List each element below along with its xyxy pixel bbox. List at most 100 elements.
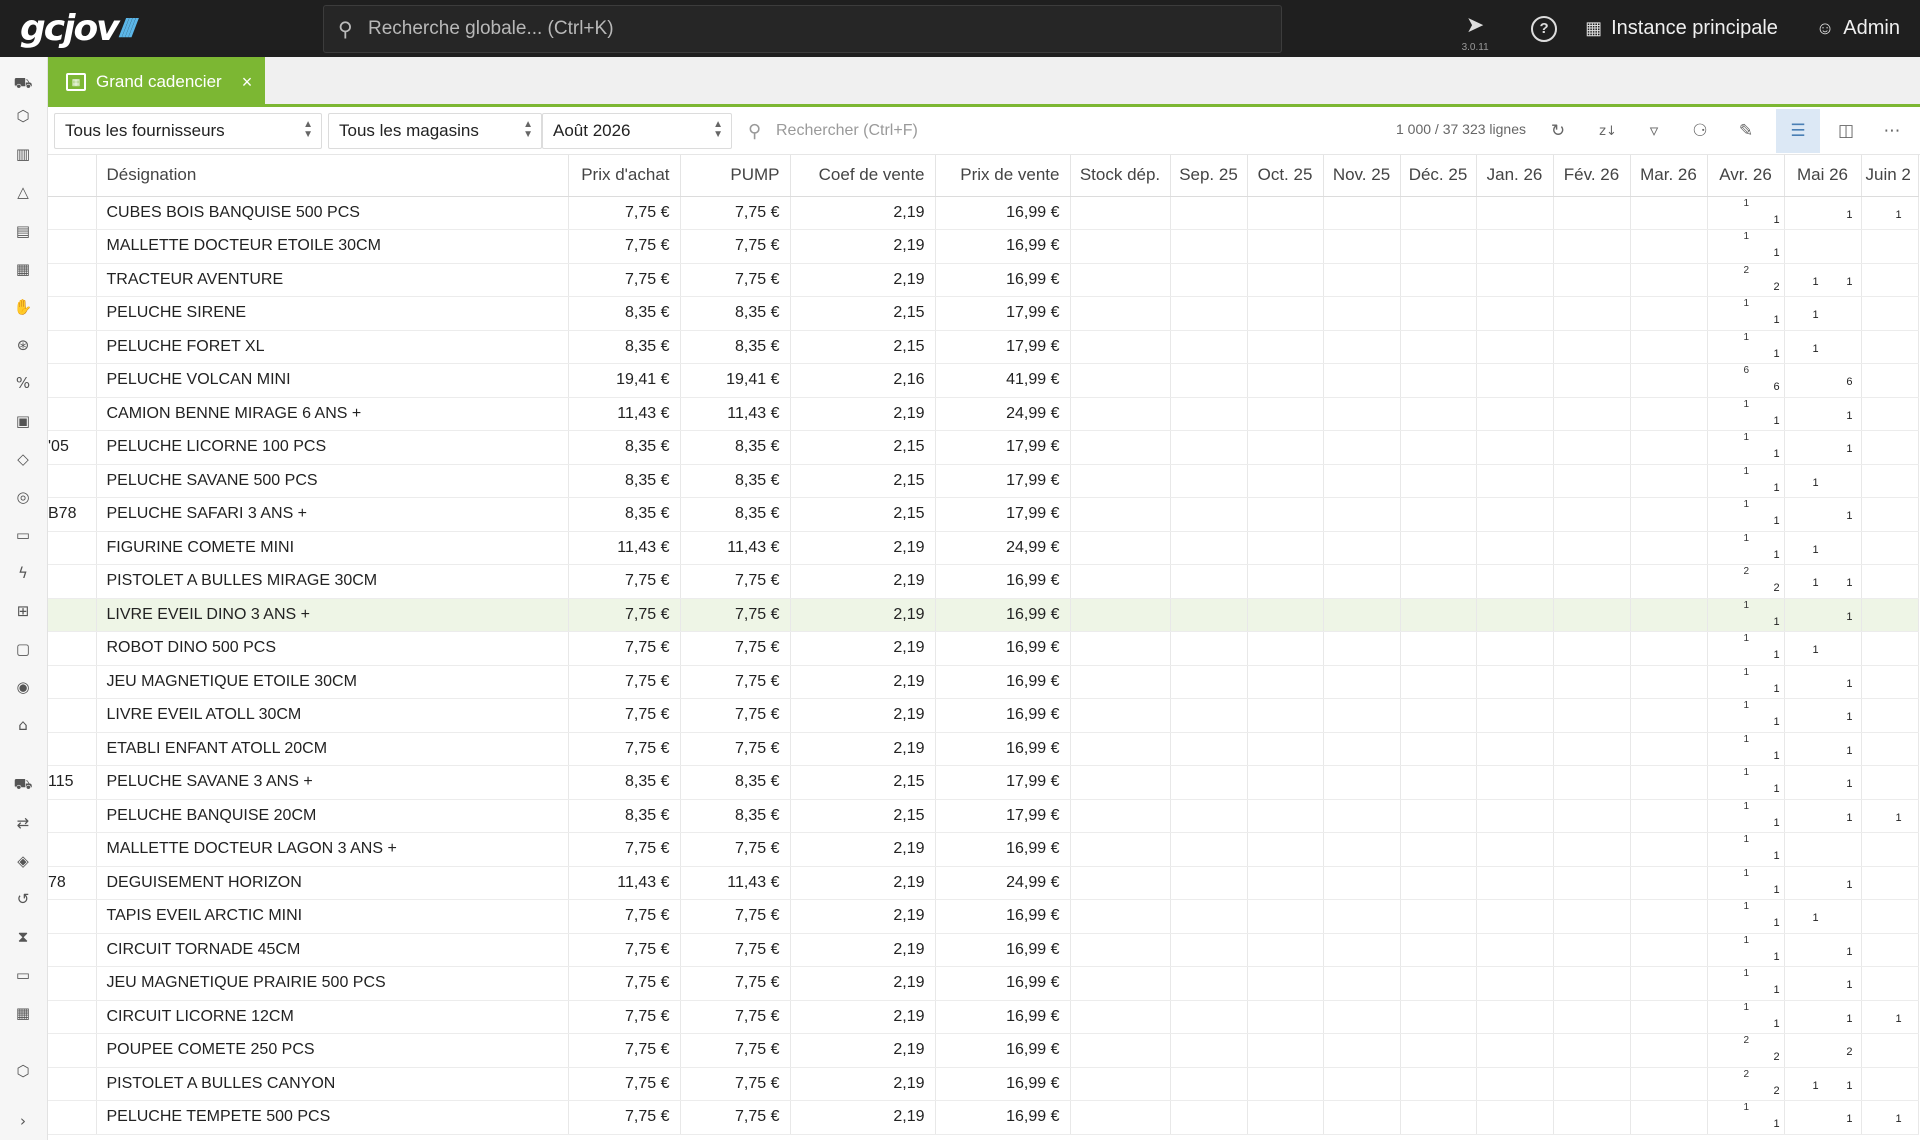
cube-icon[interactable]: ⬡ — [12, 1060, 34, 1082]
global-search[interactable]: ⚲ — [323, 5, 1282, 53]
column-header[interactable]: Avr. 26 — [1707, 155, 1785, 197]
month-cell — [1476, 229, 1554, 264]
table-search-input[interactable] — [776, 122, 1296, 140]
handshake-icon[interactable]: ✋ — [12, 296, 34, 318]
column-header[interactable]: Fév. 26 — [1553, 155, 1631, 197]
discount-icon[interactable]: ⊛ — [12, 334, 34, 356]
column-header[interactable]: Mar. 26 — [1630, 155, 1708, 197]
help-icon[interactable]: ? — [1531, 15, 1558, 42]
factory-icon[interactable]: ▥ — [12, 143, 34, 165]
column-header[interactable]: Prix d'achat — [568, 155, 681, 197]
table-row[interactable]: POUPEE COMETE 250 PCS 7,75 €7,75 €2,19 16,… — [48, 1033, 1919, 1068]
month-cell — [1323, 665, 1401, 699]
id-card-icon[interactable]: ▭ — [12, 964, 34, 986]
flash-icon[interactable]: ϟ — [12, 562, 34, 584]
tag-icon[interactable]: ◇ — [12, 448, 34, 470]
sort-icon[interactable]: z↓ — [1586, 109, 1630, 153]
table-row[interactable]: FIGURINE COMETE MINI 11,43 €11,43 €2,19 24… — [48, 531, 1919, 565]
column-header-ref[interactable] — [48, 155, 97, 197]
return-icon[interactable]: ↺ — [12, 888, 34, 910]
column-header[interactable]: Juin 2 — [1861, 155, 1919, 197]
table-row[interactable]: JEU MAGNETIQUE PRAIRIE 500 PCS 7,75 €7,75… — [48, 966, 1919, 1001]
box-icon[interactable]: ⬡ — [12, 105, 34, 127]
table-row[interactable]: PELUCHE VOLCAN MINI 19,41 €19,41 €2,16 41,… — [48, 363, 1919, 398]
scanner-icon[interactable]: ▢ — [12, 638, 34, 660]
month-cell — [1323, 497, 1401, 532]
column-header[interactable]: Oct. 25 — [1247, 155, 1324, 197]
hierarchy-icon[interactable]: ⊞ — [12, 600, 34, 622]
refresh-icon[interactable]: ↻ — [1536, 109, 1580, 153]
release-notes-button[interactable]: ➤ 3.0.11 — [1445, 0, 1505, 57]
column-header[interactable]: Stock dép. — [1070, 155, 1171, 197]
column-header[interactable]: Déc. 25 — [1400, 155, 1477, 197]
table-row[interactable]: 78 DEGUISEMENT HORIZON 11,43 €11,43 €2,19 2… — [48, 866, 1919, 900]
table-row[interactable]: '05 PELUCHE LICORNE 100 PCS 8,35 €8,35 €2,… — [48, 430, 1919, 465]
table-row[interactable]: CAMION BENNE MIRAGE 6 ANS +11,43 €11,43 … — [48, 397, 1919, 431]
list-view-icon[interactable]: ☰ — [1776, 109, 1820, 153]
month-cell-juin — [1861, 464, 1919, 498]
table-row[interactable]: PISTOLET A BULLES MIRAGE 30CM 7,75 €7,75 … — [48, 564, 1919, 599]
columns-icon[interactable]: ◫ — [1824, 109, 1868, 153]
month-select[interactable]: Août 2026 ▲ ▼ — [542, 113, 732, 149]
column-header[interactable]: Coef de vente — [790, 155, 936, 197]
table-row[interactable]: PELUCHE TEMPETE 500 PCS 7,75 €7,75 €2,19 1… — [48, 1100, 1919, 1135]
tab-grand-cadencier[interactable]: ▦ Grand cadencier × — [48, 57, 265, 107]
expand-icon[interactable]: › — [12, 1110, 34, 1132]
column-header[interactable]: Nov. 25 — [1323, 155, 1401, 197]
close-icon[interactable]: × — [242, 72, 253, 93]
table-row[interactable]: LIVRE EVEIL DINO 3 ANS +7,75 €7,75 €2,19… — [48, 598, 1919, 632]
user-menu[interactable]: ☺ Admin — [1816, 17, 1900, 40]
column-header[interactable]: Jan. 26 — [1476, 155, 1554, 197]
filter-icon[interactable]: ▿ — [1632, 109, 1676, 153]
table-row[interactable]: PISTOLET A BULLES CANYON 7,75 €7,75 €2,19… — [48, 1067, 1919, 1101]
eraser-icon[interactable]: ✎ — [1724, 109, 1768, 153]
palette-icon[interactable]: ◉ — [12, 676, 34, 698]
table-row[interactable]: CIRCUIT TORNADE 45CM 7,75 €7,75 €2,19 16,9… — [48, 933, 1919, 967]
table-row[interactable]: B78 PELUCHE SAFARI 3 ANS +8,35 €8,35 €2,1… — [48, 497, 1919, 532]
table-row[interactable]: ETABLI ENFANT ATOLL 20CM 7,75 €7,75 €2,19… — [48, 732, 1919, 766]
column-header[interactable]: PUMP — [680, 155, 791, 197]
binoculars-icon[interactable]: ⚆ — [1678, 109, 1722, 153]
table-row[interactable]: PELUCHE FORET XL 8,35 €8,35 €2,15 17,99 €1… — [48, 330, 1919, 364]
table-row[interactable]: PELUCHE BANQUISE 20CM 8,35 €8,35 €2,15 17,… — [48, 799, 1919, 833]
column-header[interactable]: Mai 26 — [1784, 155, 1862, 197]
column-header[interactable]: Désignation — [96, 155, 569, 197]
table-row[interactable]: LIVRE EVEIL ATOLL 30CM 7,75 €7,75 €2,19 16… — [48, 698, 1919, 733]
hourglass-icon[interactable]: ⧗ — [12, 926, 34, 948]
column-header[interactable]: Sep. 25 — [1170, 155, 1248, 197]
table-row[interactable]: CIRCUIT LICORNE 12CM 7,75 €7,75 €2,19 16,9… — [48, 1000, 1919, 1034]
table-row[interactable]: MALLETTE DOCTEUR ETOILE 30CM 7,75 €7,75 €… — [48, 229, 1919, 264]
building-icon[interactable]: ▦ — [12, 258, 34, 280]
percent-icon[interactable]: % — [12, 372, 34, 394]
transfer-icon[interactable]: ⇄ — [12, 812, 34, 834]
ledger-icon[interactable]: ▤ — [12, 220, 34, 242]
table-search[interactable]: ⚲ — [742, 113, 1322, 149]
dashboard-icon[interactable]: ◎ — [12, 486, 34, 508]
table-row[interactable]: JEU MAGNETIQUE ETOILE 30CM 7,75 €7,75 €2,… — [48, 665, 1919, 699]
table-row[interactable]: PELUCHE SIRENE 8,35 €8,35 €2,15 17,99 €1 1 1 — [48, 296, 1919, 331]
shapes-icon[interactable]: △ — [12, 181, 34, 203]
table-row[interactable]: TAPIS EVEIL ARCTIC MINI 7,75 €7,75 €2,19 1… — [48, 899, 1919, 934]
supplier-select[interactable]: Tous les fournisseurs ▲ ▼ — [54, 113, 322, 149]
global-search-input[interactable] — [368, 18, 1268, 40]
truck-icon[interactable]: ⛟ — [12, 73, 34, 95]
label-list-icon[interactable]: ▣ — [12, 410, 34, 432]
calendar-icon[interactable]: ▦ — [12, 1002, 34, 1024]
table-row[interactable]: ROBOT DINO 500 PCS 7,75 €7,75 €2,19 16,99 … — [48, 631, 1919, 666]
table-row[interactable]: CUBES BOIS BANQUISE 500 PCS 7,75 €7,75 €2… — [48, 196, 1919, 230]
instance-selector[interactable]: ▦ Instance principale — [1585, 17, 1778, 40]
package-icon[interactable]: ◈ — [12, 850, 34, 872]
table-row[interactable]: MALLETTE DOCTEUR LAGON 3 ANS +7,75 €7,75… — [48, 832, 1919, 867]
battery-icon[interactable]: ▭ — [12, 524, 34, 546]
column-header[interactable]: Prix de vente — [935, 155, 1071, 197]
table-row[interactable]: TRACTEUR AVENTURE 7,75 €7,75 €2,19 16,99 €… — [48, 263, 1919, 297]
month-cell — [1630, 1100, 1708, 1135]
warehouse-icon[interactable]: ⌂ — [12, 714, 34, 736]
store-select[interactable]: Tous les magasins ▲ ▼ — [328, 113, 542, 149]
more-icon[interactable]: ⋯ — [1870, 109, 1914, 153]
table-row[interactable]: PELUCHE SAVANE 500 PCS 8,35 €8,35 €2,15 17… — [48, 464, 1919, 498]
pump-cell: 7,75 € — [680, 1000, 791, 1034]
table-row[interactable]: 115 PELUCHE SAVANE 3 ANS +8,35 €8,35 €2,1… — [48, 765, 1919, 800]
delivery-icon[interactable]: ⛟ — [12, 774, 34, 796]
app-logo[interactable]: gcjov//// — [20, 8, 137, 49]
